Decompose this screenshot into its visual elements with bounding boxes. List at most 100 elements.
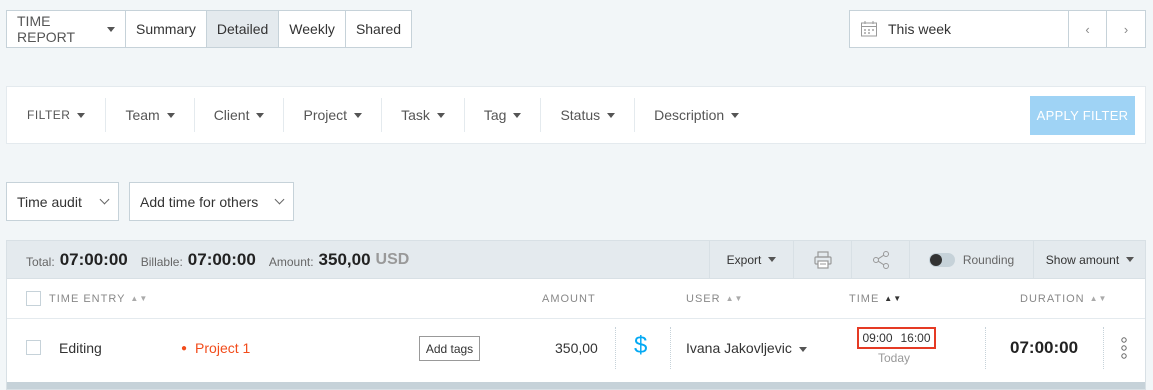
entry-date[interactable]: Today bbox=[878, 351, 910, 365]
filter-client-label: Client bbox=[213, 107, 250, 123]
tab-weekly[interactable]: Weekly bbox=[279, 11, 346, 47]
filter-task[interactable]: Task bbox=[382, 98, 465, 132]
report-tabs: TIME REPORT Summary Detailed Weekly Shar… bbox=[6, 10, 413, 48]
currency-label: USD bbox=[375, 251, 410, 268]
export-label: Export bbox=[726, 252, 762, 267]
sort-icon: ▲▼ bbox=[725, 294, 744, 303]
filter-team-label: Team bbox=[125, 107, 160, 123]
tab-detailed[interactable]: Detailed bbox=[206, 11, 280, 47]
printer-icon bbox=[813, 250, 832, 269]
table-header: TIME ENTRY ▲▼ AMOUNT USER ▲▼ TIME ▲▼ DURATI… bbox=[7, 279, 1145, 319]
amount-label: Amount: bbox=[268, 255, 314, 269]
entry-description[interactable]: Editing bbox=[59, 340, 102, 356]
project-name: Project 1 bbox=[195, 340, 251, 356]
user-name: Ivana Jakovljevic bbox=[686, 340, 792, 356]
more-options-icon[interactable] bbox=[1120, 336, 1128, 363]
billable-dollar-icon[interactable]: $ bbox=[634, 332, 647, 360]
report-type-label: TIME REPORT bbox=[17, 13, 76, 45]
apply-filter-button[interactable]: APPLY FILTER bbox=[1030, 96, 1135, 135]
add-tags-button[interactable]: Add tags bbox=[419, 336, 480, 361]
date-range-label: This week bbox=[888, 21, 952, 37]
filter-project[interactable]: Project bbox=[284, 98, 383, 132]
caret-down-icon bbox=[731, 112, 740, 118]
divider bbox=[985, 327, 986, 369]
tab-shared[interactable]: Shared bbox=[346, 11, 411, 47]
sort-icon: ▲▼ bbox=[130, 294, 149, 303]
row-checkbox[interactable] bbox=[26, 340, 41, 355]
time-audit-dropdown[interactable]: Time audit bbox=[6, 182, 119, 221]
filter-status-label: Status bbox=[560, 107, 601, 123]
project-label[interactable]: ● Project 1 bbox=[181, 340, 250, 356]
filter-menu[interactable]: FILTER bbox=[7, 98, 107, 132]
total-value: 07:00:00 bbox=[59, 250, 128, 269]
next-week-button[interactable]: › bbox=[1107, 11, 1145, 47]
caret-down-icon bbox=[354, 112, 363, 118]
filter-description[interactable]: Description bbox=[635, 98, 758, 132]
filter-status[interactable]: Status bbox=[541, 98, 636, 132]
sort-icon: ▲▼ bbox=[1089, 294, 1108, 303]
show-amount-dropdown[interactable]: Show amount bbox=[1033, 241, 1146, 278]
filter-tag-label: Tag bbox=[483, 107, 507, 123]
caret-down-icon bbox=[513, 112, 522, 118]
toggle-switch[interactable] bbox=[928, 252, 955, 267]
filter-team[interactable]: Team bbox=[106, 98, 195, 132]
share-button[interactable] bbox=[851, 241, 909, 278]
report-type-dropdown[interactable]: TIME REPORT bbox=[7, 11, 126, 47]
date-range-picker: This week ‹ › bbox=[849, 10, 1146, 48]
divider bbox=[670, 327, 671, 369]
caret-down-icon bbox=[77, 112, 86, 118]
date-range-button[interactable]: This week bbox=[850, 11, 1069, 47]
col-amount: AMOUNT bbox=[542, 293, 596, 305]
col-time-entry-label: TIME ENTRY bbox=[49, 293, 126, 305]
entry-duration[interactable]: 07:00:00 bbox=[1010, 338, 1078, 358]
entry-amount: 350,00 bbox=[555, 340, 598, 356]
billable-label: Billable: bbox=[140, 255, 183, 269]
caret-down-icon bbox=[768, 257, 777, 262]
user-dropdown[interactable]: Ivana Jakovljevic bbox=[686, 340, 807, 356]
export-button[interactable]: Export bbox=[709, 241, 793, 278]
filter-description-label: Description bbox=[654, 107, 725, 123]
caret-down-icon bbox=[1126, 257, 1135, 262]
totals-bar: Total: 07:00:00 Billable: 07:00:00 Amoun… bbox=[7, 241, 1145, 279]
filter-tag[interactable]: Tag bbox=[465, 98, 542, 132]
add-time-label: Add time for others bbox=[140, 193, 259, 210]
filter-bar: FILTER Team Client Project Task Tag Stat… bbox=[6, 86, 1146, 144]
col-user[interactable]: USER ▲▼ bbox=[686, 293, 743, 305]
amount-value: 350,00 bbox=[318, 250, 371, 269]
add-time-for-others-dropdown[interactable]: Add time for others bbox=[129, 182, 294, 221]
prev-week-button[interactable]: ‹ bbox=[1069, 11, 1107, 47]
caret-down-icon bbox=[436, 112, 445, 118]
chevron-right-icon: › bbox=[1123, 21, 1129, 37]
col-user-label: USER bbox=[686, 293, 721, 305]
select-all-checkbox[interactable] bbox=[26, 291, 41, 306]
divider bbox=[615, 327, 616, 369]
show-amount-label: Show amount bbox=[1045, 252, 1120, 267]
caret-down-icon bbox=[607, 112, 616, 118]
share-icon bbox=[872, 250, 889, 269]
tab-summary[interactable]: Summary bbox=[126, 11, 207, 47]
chevron-down-icon bbox=[274, 194, 285, 205]
time-range[interactable]: 09:00 16:00 bbox=[857, 327, 936, 349]
caret-down-icon bbox=[256, 112, 265, 118]
end-time[interactable]: 16:00 bbox=[901, 331, 931, 345]
filter-project-label: Project bbox=[303, 107, 348, 123]
print-button[interactable] bbox=[793, 241, 851, 278]
rounding-toggle[interactable]: Rounding bbox=[909, 241, 1033, 278]
divider bbox=[1103, 327, 1104, 369]
col-time[interactable]: TIME ▲▼ bbox=[849, 293, 902, 305]
col-duration[interactable]: DURATION ▲▼ bbox=[1020, 293, 1107, 305]
billable-value: 07:00:00 bbox=[187, 250, 256, 269]
filter-task-label: Task bbox=[401, 107, 430, 123]
col-time-entry[interactable]: TIME ENTRY ▲▼ bbox=[49, 293, 148, 305]
table-row: Editing ● Project 1 Add tags 350,00 $ Iva… bbox=[7, 319, 1145, 377]
start-time[interactable]: 09:00 bbox=[862, 331, 892, 345]
filter-client[interactable]: Client bbox=[195, 98, 285, 132]
project-dot-icon: ● bbox=[181, 343, 188, 354]
total-label: Total: bbox=[26, 255, 55, 269]
sort-desc-icon: ▲▼ bbox=[884, 294, 903, 303]
chevron-down-icon bbox=[99, 194, 110, 205]
caret-down-icon bbox=[107, 26, 115, 32]
rounding-label: Rounding bbox=[962, 252, 1015, 267]
calendar-icon bbox=[861, 21, 877, 37]
time-audit-label: Time audit bbox=[17, 193, 82, 210]
